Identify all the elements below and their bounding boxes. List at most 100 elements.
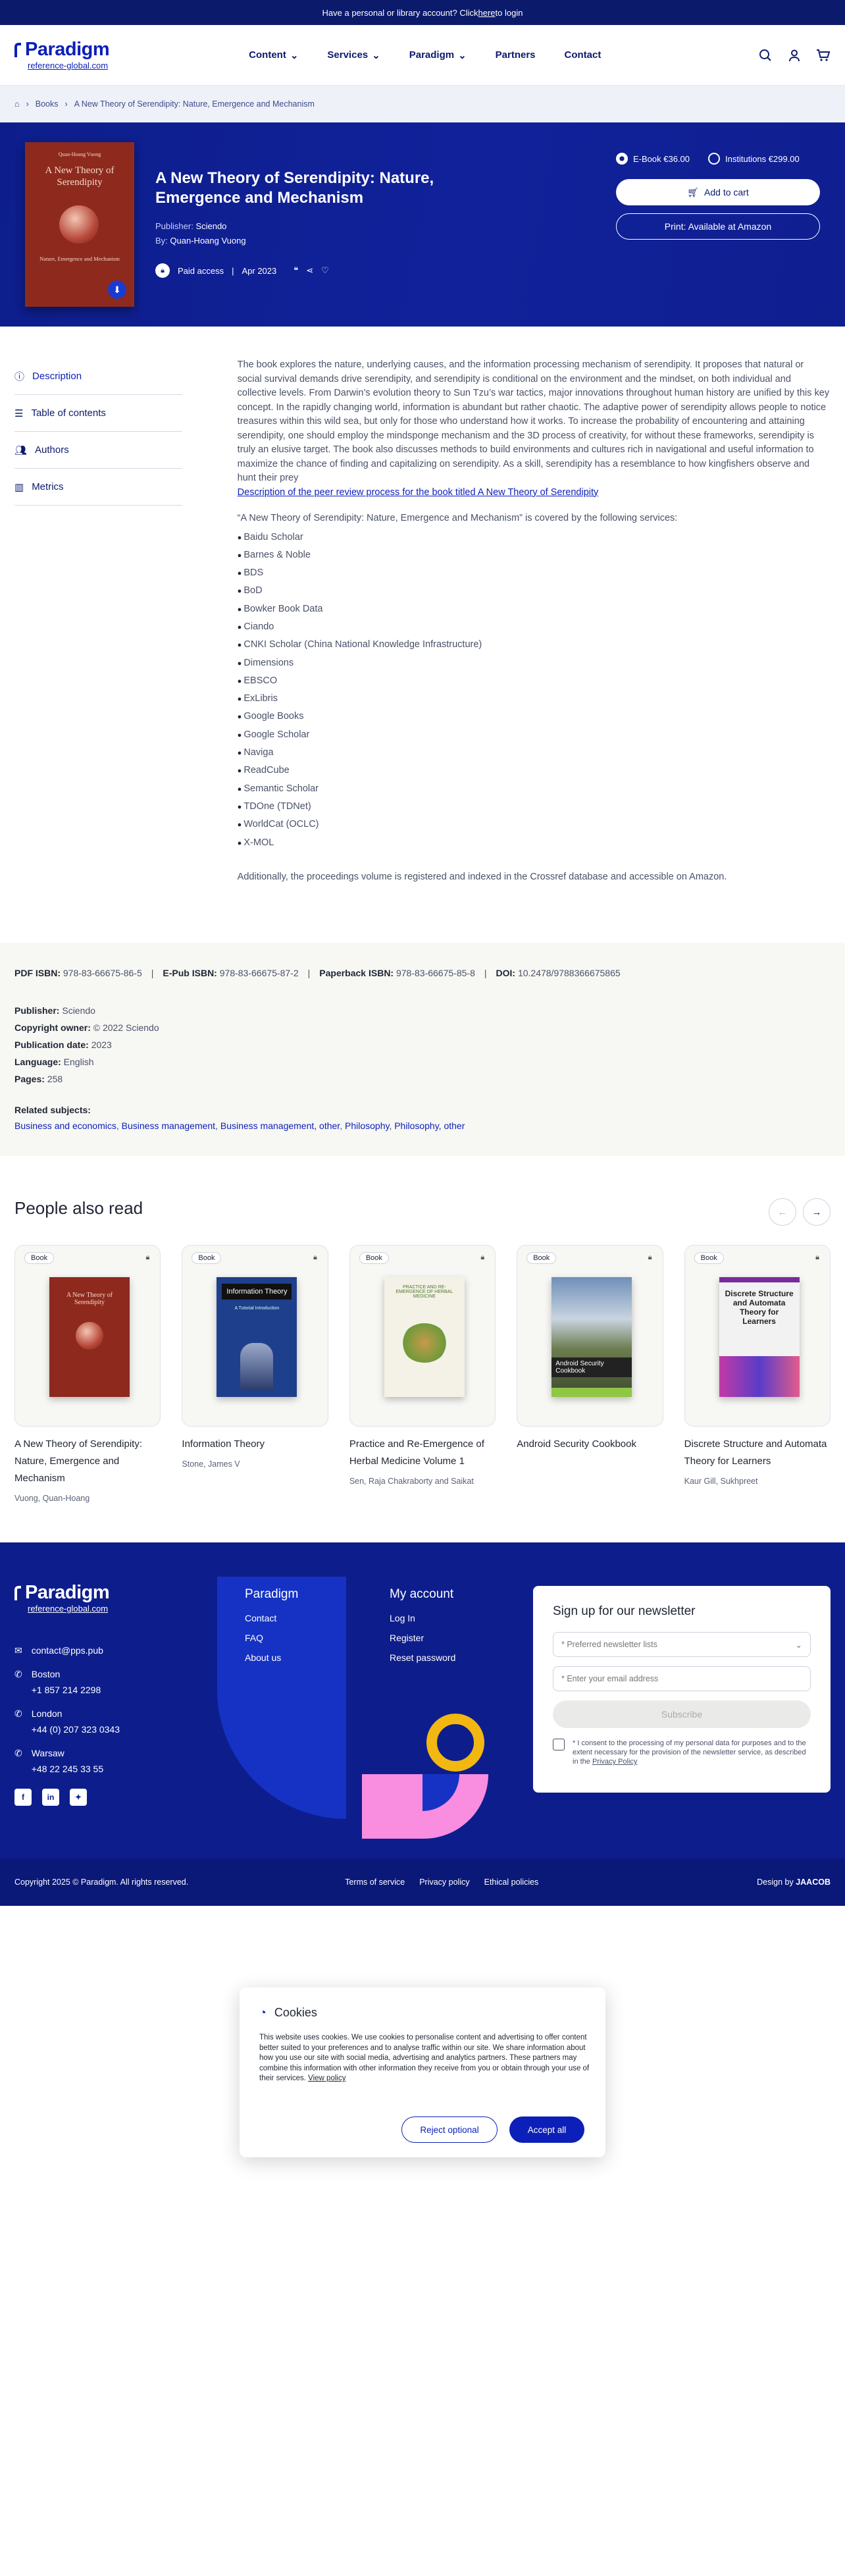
nav-services[interactable]: Services ⌄: [327, 49, 380, 61]
brand-domain: reference-global.com: [28, 61, 109, 70]
book-cover: Quan-Hoang Vuong A New Theory of Serendi…: [25, 142, 134, 307]
detail-publisher: Publisher: Sciendo: [14, 1005, 95, 1016]
doi[interactable]: 10.2478/9788366675865: [518, 968, 621, 978]
cookie-text: This website uses cookies. We use cookie…: [259, 2034, 590, 2082]
reject-optional-button[interactable]: Reject optional: [401, 2116, 498, 2143]
card-title: A New Theory of Serendipity: Nature, Eme…: [14, 1438, 142, 1484]
footer-link[interactable]: Contact: [245, 1608, 298, 1628]
book-details: PDF ISBN: 978-83-66675-86-5 | E-Pub ISBN:…: [0, 943, 845, 1156]
option-institutions[interactable]: Institutions €299.00: [708, 153, 800, 165]
lock-icon: 🔒︎: [648, 1253, 652, 1261]
arrow-left-icon[interactable]: ←: [769, 1198, 796, 1226]
phone-link[interactable]: +44 (0) 207 323 0343: [32, 1724, 120, 1735]
card-title: Discrete Structure and Automata Theory f…: [684, 1438, 827, 1467]
phone-link[interactable]: +48 22 245 33 55: [32, 1764, 103, 1774]
chevron-right-icon: ›: [26, 99, 29, 109]
detail-pages: Pages: 258: [14, 1074, 63, 1084]
logo[interactable]: Paradigm reference-global.com: [14, 39, 110, 70]
search-icon[interactable]: [758, 48, 773, 63]
heart-icon[interactable]: ♡: [321, 265, 329, 276]
phone-icon: ✆: [14, 1748, 22, 1758]
sidebar-item-toc[interactable]: ☰ Table of contents: [14, 395, 182, 432]
share-icon[interactable]: ⋖: [306, 265, 313, 276]
footer-link[interactable]: Ethical policies: [484, 1878, 539, 1887]
book-card[interactable]: Book 🔒︎ Android Security Cookbook Android…: [517, 1245, 663, 1503]
print-amazon-button[interactable]: Print: Available at Amazon: [616, 213, 820, 240]
list-item: ExLibris: [238, 690, 831, 708]
phone-link[interactable]: +1 857 214 2298: [32, 1685, 101, 1695]
nav-paradigm[interactable]: Paradigm ⌄: [409, 49, 467, 61]
quote-icon[interactable]: ❝: [294, 265, 298, 276]
section-heading: People also read: [14, 1198, 143, 1218]
subject-link[interactable]: Business management: [122, 1120, 215, 1131]
linkedin-icon[interactable]: in: [42, 1789, 59, 1806]
newsletter-list-select[interactable]: * Preferred newsletter lists ⌄: [553, 1632, 811, 1657]
main-nav: Content ⌄ Services ⌄ Paradigm ⌄ Partners Co…: [249, 49, 601, 61]
book-card[interactable]: Book 🔒︎ PRACTICE AND RE-EMERGENCE OF HERB…: [349, 1245, 496, 1503]
view-policy-link[interactable]: View policy: [308, 2074, 346, 2082]
subject-link[interactable]: Business and economics: [14, 1120, 116, 1131]
login-link[interactable]: here: [478, 8, 496, 18]
peer-review-link[interactable]: Description of the peer review process f…: [238, 487, 599, 498]
facebook-icon[interactable]: f: [14, 1789, 32, 1806]
bluesky-icon[interactable]: ✦: [70, 1789, 87, 1806]
footer-link[interactable]: Privacy policy: [419, 1878, 469, 1887]
social-links: f in ✦: [14, 1789, 87, 1806]
consent-text: * I consent to the processing of my pers…: [573, 1739, 806, 1766]
sidebar-item-metrics[interactable]: ▥ Metrics: [14, 469, 182, 506]
download-icon[interactable]: ⬇: [108, 280, 126, 299]
chevron-right-icon: ›: [64, 99, 68, 109]
newsletter-email-input[interactable]: * Enter your email address: [553, 1666, 811, 1691]
chart-icon: ▥: [14, 481, 24, 493]
brand-name: Paradigm: [25, 39, 110, 60]
chevron-down-icon: ⌄: [290, 49, 299, 61]
designer-logo[interactable]: JAACOB: [796, 1878, 831, 1887]
cart-icon: 🛒︎: [687, 186, 700, 197]
book-card[interactable]: Book 🔒︎ A New Theory of Serendipity A New…: [14, 1245, 161, 1503]
book-badge: Book: [526, 1252, 557, 1264]
email-link[interactable]: contact@pps.pub: [32, 1643, 103, 1658]
list-icon: ☰: [14, 407, 24, 419]
footer-link[interactable]: FAQ: [245, 1628, 298, 1648]
add-to-cart-button[interactable]: 🛒︎ Add to cart: [616, 179, 820, 205]
breadcrumb-books[interactable]: Books: [36, 99, 59, 109]
author-link[interactable]: Quan-Hoang Vuong: [170, 236, 245, 246]
accept-all-button[interactable]: Accept all: [509, 2116, 584, 2143]
book-card[interactable]: Book 🔒︎ Information Theory A Tutorial Intr…: [182, 1245, 328, 1503]
nav-contact[interactable]: Contact: [565, 49, 602, 61]
subject-link[interactable]: Philosophy, other: [394, 1120, 465, 1131]
related-label: Related subjects:: [14, 1105, 91, 1115]
arrow-right-icon[interactable]: →: [803, 1198, 831, 1226]
subject-link[interactable]: Business management, other: [220, 1120, 340, 1131]
book-thumbnail: Discrete Structure and Automata Theory f…: [719, 1277, 800, 1397]
footer-col-paradigm: Paradigm Contact FAQ About us: [245, 1585, 298, 1668]
home-icon[interactable]: ⌂: [14, 99, 20, 109]
consent-checkbox[interactable]: [553, 1739, 565, 1750]
lock-icon: 🔒︎: [145, 1253, 150, 1261]
list-item: Google Books: [238, 708, 831, 725]
nav-partners[interactable]: Partners: [496, 49, 536, 61]
subscribe-button[interactable]: Subscribe: [553, 1700, 811, 1728]
card-author: Sen, Raja Chakraborty and Saikat: [349, 1477, 474, 1486]
footer-link[interactable]: Terms of service: [345, 1878, 405, 1887]
subject-link[interactable]: Philosophy: [345, 1120, 389, 1131]
footer-link[interactable]: Reset password: [390, 1648, 455, 1668]
publisher-value[interactable]: Sciendo: [195, 221, 226, 231]
card-title: Information Theory: [182, 1438, 265, 1450]
book-card[interactable]: Book 🔒︎ Discrete Structure and Automata T…: [684, 1245, 831, 1503]
sidebar-item-description[interactable]: ⓘ Description: [14, 358, 182, 395]
publisher-label: Publisher:: [155, 221, 193, 231]
footer-link[interactable]: Log In: [390, 1608, 455, 1628]
footer-link[interactable]: Register: [390, 1628, 455, 1648]
list-item: Bowker Book Data: [238, 600, 831, 618]
privacy-link[interactable]: Privacy Policy: [592, 1758, 637, 1766]
footer-link[interactable]: About us: [245, 1648, 298, 1668]
list-item: Semantic Scholar: [238, 780, 831, 798]
option-ebook[interactable]: E-Book €36.00: [616, 153, 690, 165]
nav-content[interactable]: Content ⌄: [249, 49, 298, 61]
cart-icon[interactable]: [816, 48, 831, 63]
sidebar-item-authors[interactable]: 👥︎ Authors: [14, 432, 182, 469]
footer-logo[interactable]: Paradigm reference-global.com: [14, 1583, 110, 1613]
user-icon[interactable]: [787, 48, 802, 63]
book-badge: Book: [359, 1252, 389, 1264]
